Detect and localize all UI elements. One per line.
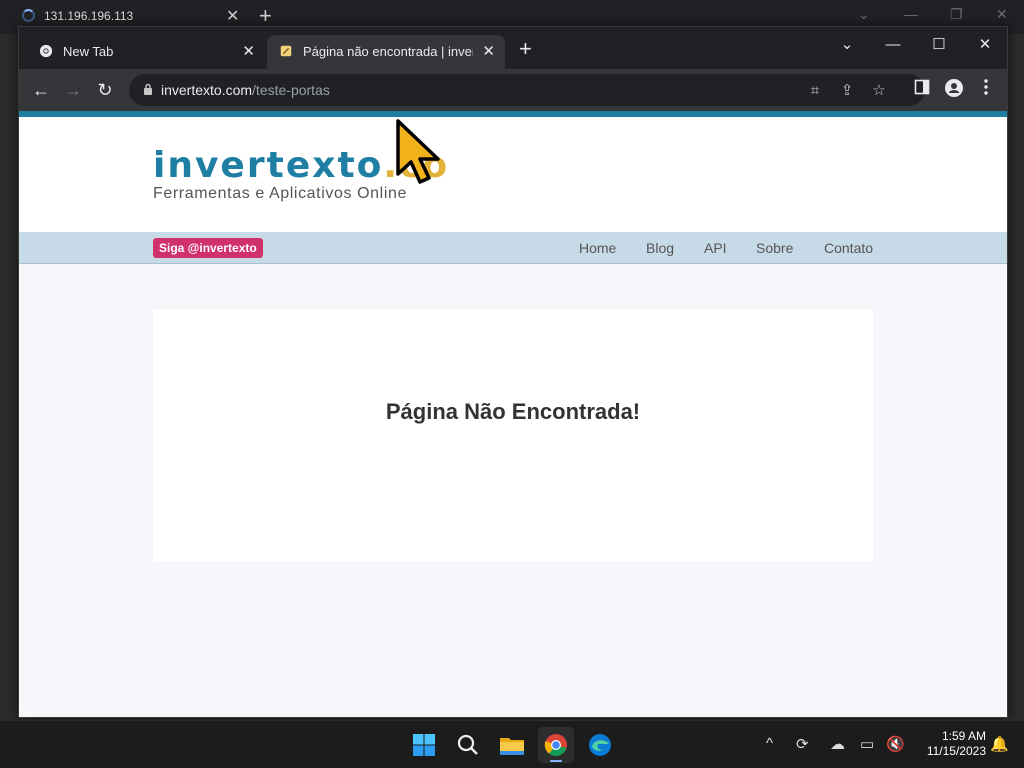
nav-contato[interactable]: Contato (824, 240, 873, 256)
close-window-icon[interactable]: ✕ (996, 6, 1008, 23)
clock-time: 1:59 AM (941, 729, 986, 743)
onedrive-offline-icon[interactable]: ☁ (830, 735, 845, 753)
nav-blog[interactable]: Blog (646, 240, 674, 256)
page-content: invertexto.co Ferramentas e Aplicativos … (19, 111, 1007, 717)
chrome-icon (39, 44, 53, 58)
url-domain: invertexto.com (161, 82, 253, 98)
loading-spinner-icon (22, 9, 35, 22)
browser-window: New Tab ✕ Página não encontrada | invert… (18, 26, 1008, 718)
address-bar[interactable]: invertexto.com/teste-portas ⌗ ⇪ ☆ (129, 74, 925, 106)
chevron-down-icon[interactable]: ⌄ (858, 6, 870, 23)
nav-api[interactable]: API (704, 240, 727, 256)
logo-name: invertexto (153, 145, 384, 186)
close-window-icon[interactable]: ✕ (965, 31, 1005, 59)
site-navbar: Siga @invertexto Home Blog API Sobre Con… (19, 232, 1007, 264)
tab-title: Página não encontrada | invertexto (303, 44, 473, 59)
back-icon[interactable]: ← (29, 78, 53, 102)
search-icon[interactable] (450, 727, 486, 763)
url-text: invertexto.com/teste-portas (161, 82, 330, 98)
profile-icon[interactable] (943, 79, 965, 101)
chrome-taskbar-icon[interactable] (538, 727, 574, 763)
tab-search-icon[interactable]: ⌄ (827, 31, 867, 59)
browser-toolbar: ← → ↻ invertexto.com/teste-portas ⌗ ⇪ ☆ (19, 69, 1007, 111)
file-explorer-icon[interactable] (494, 727, 530, 763)
close-tab-icon[interactable]: ✕ (242, 42, 255, 60)
notification-bell-icon[interactable]: 🔔 (990, 735, 1009, 753)
url-path: /teste-portas (252, 82, 330, 98)
minimize-icon[interactable]: — (873, 31, 913, 59)
new-tab-icon[interactable]: + (519, 38, 532, 60)
site-header: invertexto.co Ferramentas e Aplicativos … (19, 117, 1007, 232)
minimize-icon[interactable]: — (904, 6, 918, 22)
taskbar: ^ ⟳ ☁ ▭ 🔇 1:59 AM 11/15/2023 🔔 (0, 720, 1024, 768)
sync-icon[interactable]: ⟳ (796, 735, 809, 753)
clock-date: 11/15/2023 (926, 744, 986, 758)
page-title: Página Não Encontrada! (385, 399, 641, 424)
edge-icon[interactable] (582, 727, 618, 763)
message-card: Página Não Encontrada! (153, 309, 873, 561)
logo-tagline: Ferramentas e Aplicativos Online (153, 185, 407, 202)
tab-active[interactable]: Página não encontrada | invertexto ✕ (267, 35, 505, 69)
restore-icon[interactable]: ❐ (950, 6, 963, 23)
translate-icon[interactable]: ⌗ (805, 81, 825, 101)
forward-icon[interactable]: → (61, 78, 85, 102)
tab-strip: New Tab ✕ Página não encontrada | invert… (19, 27, 1007, 69)
side-panel-icon[interactable] (911, 79, 933, 101)
close-icon[interactable]: ✕ (226, 6, 239, 26)
tab-new-tab[interactable]: New Tab ✕ (27, 35, 265, 69)
follow-badge[interactable]: Siga @invertexto (153, 238, 263, 258)
clock[interactable]: 1:59 AM 11/15/2023 (912, 729, 986, 759)
mouse-cursor-icon (396, 119, 440, 184)
close-tab-icon[interactable]: ✕ (482, 42, 495, 60)
nav-home[interactable]: Home (579, 240, 616, 256)
nav-sobre[interactable]: Sobre (756, 240, 793, 256)
windows-start-icon[interactable] (406, 727, 442, 763)
background-tab-title: 131.196.196.113 (44, 9, 134, 23)
notepad-icon (280, 45, 292, 57)
chevron-up-icon[interactable]: ^ (766, 735, 773, 752)
reload-icon[interactable]: ↻ (93, 78, 117, 102)
tab-title: New Tab (63, 44, 114, 59)
maximize-icon[interactable]: ☐ (919, 31, 959, 59)
bookmark-star-icon[interactable]: ☆ (869, 81, 889, 101)
share-icon[interactable]: ⇪ (837, 81, 857, 101)
volume-muted-icon[interactable]: 🔇 (886, 735, 905, 753)
menu-kebab-icon[interactable] (975, 79, 997, 101)
network-icon[interactable]: ▭ (860, 735, 874, 753)
lock-icon[interactable] (143, 83, 153, 96)
